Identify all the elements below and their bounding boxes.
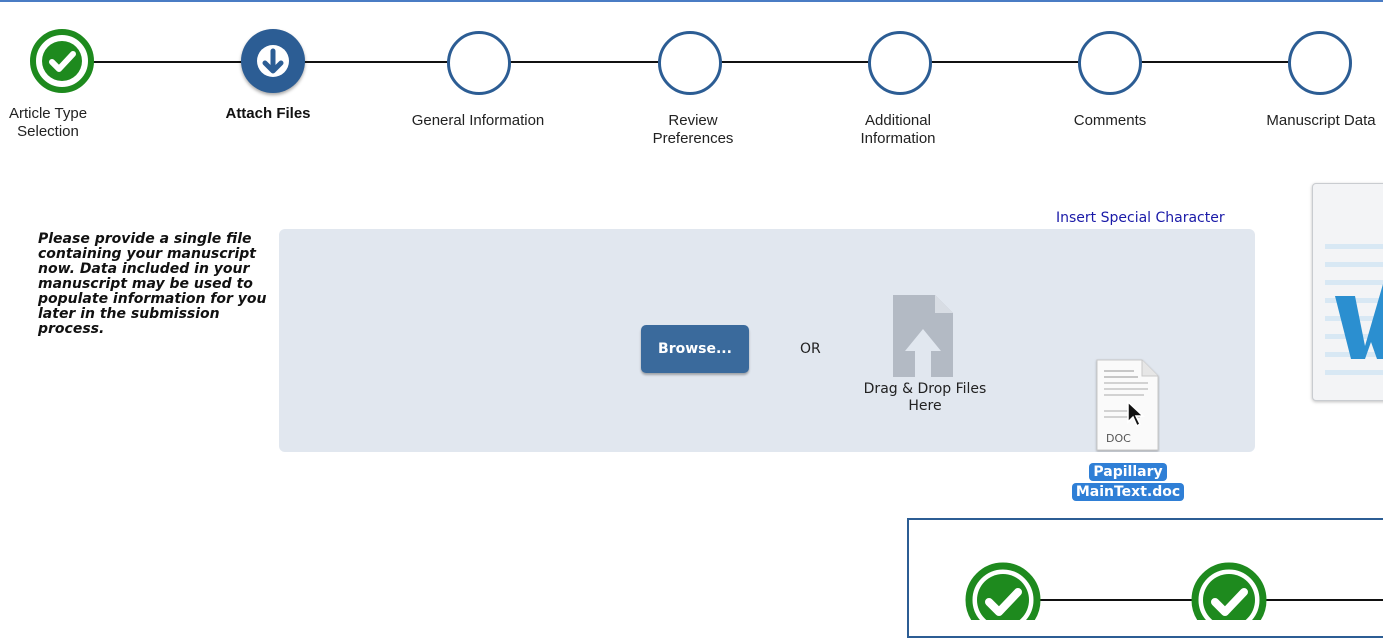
dragged-file-name[interactable]: Papillary MainText.doc: [1064, 462, 1192, 502]
step-comments-circle[interactable]: [1078, 31, 1142, 95]
step-attach-files-arrow-icon[interactable]: [241, 29, 305, 93]
insert-special-character-link[interactable]: Insert Special Character: [1056, 210, 1225, 226]
step-label-review-prefs: Review Preferences: [652, 112, 734, 147]
browse-button[interactable]: Browse...: [641, 325, 749, 373]
step-review-prefs-circle[interactable]: [658, 31, 722, 95]
step-label-comments: Comments: [1073, 112, 1147, 129]
step-label-manuscript-data: Manuscript Data: [1266, 112, 1376, 129]
step-label-general-info: General Information: [411, 112, 545, 129]
dragged-file-name-text: Papillary MainText.doc: [1071, 463, 1185, 501]
step-general-info-circle[interactable]: [447, 31, 511, 95]
mouse-cursor-icon: [1126, 400, 1146, 435]
step-additional-info-circle[interactable]: [868, 31, 932, 95]
drag-drop-label: Drag & Drop Files Here: [863, 381, 987, 414]
nested-window-preview: [907, 518, 1383, 638]
progress-stepper: Article Type Selection Attach Files Gene…: [0, 0, 1383, 170]
upload-instructions: Please provide a single file containing …: [38, 231, 267, 337]
step-label-article-type: Article Type Selection: [8, 105, 88, 140]
or-separator: OR: [800, 341, 821, 357]
step-label-attach-files: Attach Files: [225, 105, 311, 122]
word-logo-icon: [1325, 244, 1383, 375]
word-document-preview: [1312, 183, 1383, 401]
step-article-type-check-icon[interactable]: [30, 29, 94, 93]
step-manuscript-data-circle[interactable]: [1288, 31, 1352, 95]
nested-stepper: [965, 562, 1383, 638]
step-label-additional-info: Additional Information: [860, 112, 936, 147]
upload-file-icon: [893, 295, 953, 382]
